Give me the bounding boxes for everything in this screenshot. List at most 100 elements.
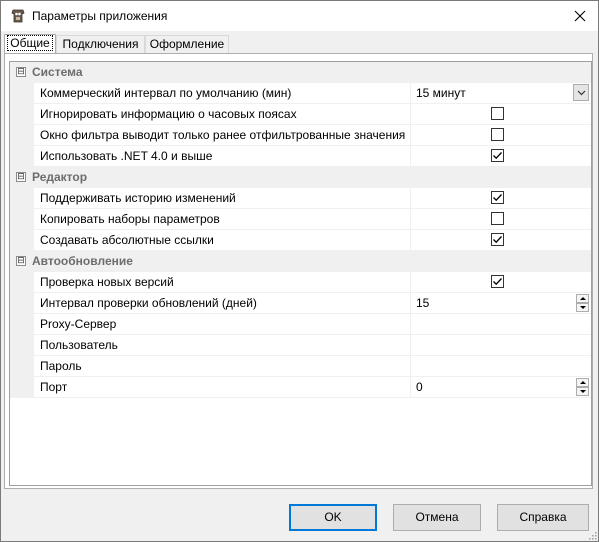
checkmark-icon — [493, 236, 502, 244]
dropdown-button[interactable] — [573, 84, 589, 101]
property-row-ignore-timezones[interactable]: Игнорировать информацию о часовых поясах — [10, 104, 591, 125]
property-row-default-interval[interactable]: Коммерческий интервал по умолчанию (мин)… — [10, 83, 591, 104]
property-name: Поддерживать историю изменений — [34, 188, 411, 208]
collapse-icon[interactable]: ⊟ — [16, 172, 26, 182]
property-grid[interactable]: ⊟ Система Коммерческий интервал по умолч… — [9, 61, 592, 486]
app-icon — [10, 8, 26, 24]
title-bar: Параметры приложения — [1, 1, 598, 31]
property-row-keep-history[interactable]: Поддерживать историю изменений — [10, 188, 591, 209]
property-value[interactable] — [412, 272, 591, 292]
tab-general[interactable]: Общие — [4, 34, 56, 54]
category-editor[interactable]: ⊟ Редактор — [10, 167, 591, 188]
spinner-down-button[interactable] — [576, 303, 589, 312]
property-value[interactable] — [412, 104, 591, 124]
property-row-absolute-links[interactable]: Создавать абсолютные ссылки — [10, 230, 591, 251]
spinner-value[interactable]: 0 — [416, 380, 423, 394]
chevron-down-icon — [577, 90, 585, 95]
checkbox-checked[interactable] — [491, 275, 504, 288]
property-value[interactable] — [412, 314, 591, 334]
category-autoupdate[interactable]: ⊟ Автообновление — [10, 251, 591, 272]
spinner[interactable] — [576, 378, 589, 396]
row-margin — [10, 272, 34, 293]
property-name: Копировать наборы параметров — [34, 209, 411, 229]
window-title: Параметры приложения — [32, 9, 168, 23]
checkbox[interactable] — [491, 212, 504, 225]
cancel-button[interactable]: Отмена — [393, 504, 481, 531]
property-row-port[interactable]: Порт 0 — [10, 377, 591, 398]
property-row-user[interactable]: Пользователь — [10, 335, 591, 356]
row-margin — [10, 209, 34, 230]
tab-appearance[interactable]: Оформление — [145, 35, 229, 53]
property-grid-rows: ⊟ Система Коммерческий интервал по умолч… — [10, 62, 591, 398]
arrow-up-icon — [580, 297, 586, 300]
row-margin — [10, 335, 34, 356]
tab-connections[interactable]: Подключения — [56, 35, 145, 53]
property-value[interactable] — [412, 356, 591, 376]
property-name: Игнорировать информацию о часовых поясах — [34, 104, 411, 124]
property-value[interactable] — [412, 335, 591, 355]
tab-connections-label: Подключения — [62, 37, 139, 51]
property-row-proxy-server[interactable]: Proxy-Сервер — [10, 314, 591, 335]
row-margin — [10, 293, 34, 314]
property-name: Использовать .NET 4.0 и выше — [34, 146, 411, 166]
property-value[interactable] — [412, 125, 591, 145]
checkbox-checked[interactable] — [491, 149, 504, 162]
property-name: Пароль — [34, 356, 411, 376]
checkmark-icon — [493, 278, 502, 286]
spinner-up-button[interactable] — [576, 294, 589, 303]
help-button[interactable]: Справка — [497, 504, 589, 531]
property-value[interactable] — [412, 209, 591, 229]
property-name: Порт — [34, 377, 411, 397]
property-row-password[interactable]: Пароль — [10, 356, 591, 377]
property-value[interactable] — [412, 230, 591, 250]
property-name: Proxy-Сервер — [34, 314, 411, 334]
property-value[interactable] — [412, 146, 591, 166]
spinner-down-button[interactable] — [576, 387, 589, 396]
property-row-filter-previous[interactable]: Окно фильтра выводит только ранее отфиль… — [10, 125, 591, 146]
checkmark-icon — [493, 152, 502, 160]
arrow-up-icon — [580, 381, 586, 384]
property-row-check-updates[interactable]: Проверка новых версий — [10, 272, 591, 293]
checkbox[interactable] — [491, 128, 504, 141]
property-row-update-interval[interactable]: Интервал проверки обновлений (дней) 15 — [10, 293, 591, 314]
tab-general-label: Общие — [7, 35, 53, 51]
property-value[interactable]: 15 — [412, 293, 591, 313]
spinner-value[interactable]: 15 — [416, 296, 429, 310]
ok-button[interactable]: OK — [289, 504, 377, 531]
checkbox-checked[interactable] — [491, 233, 504, 246]
property-name: Окно фильтра выводит только ранее отфиль… — [34, 125, 411, 145]
row-margin — [10, 146, 34, 167]
arrow-down-icon — [580, 390, 586, 393]
spinner[interactable] — [576, 294, 589, 312]
category-title: Редактор — [32, 170, 88, 184]
collapse-icon[interactable]: ⊟ — [16, 67, 26, 77]
collapse-icon[interactable]: ⊟ — [16, 256, 26, 266]
close-icon — [574, 10, 586, 22]
property-value[interactable] — [412, 188, 591, 208]
arrow-down-icon — [580, 306, 586, 309]
property-name: Проверка новых версий — [34, 272, 411, 292]
checkmark-icon — [493, 194, 502, 202]
resize-grip-icon[interactable] — [587, 530, 597, 540]
row-margin — [10, 230, 34, 251]
category-title: Автообновление — [32, 254, 133, 268]
tab-appearance-label: Оформление — [149, 37, 225, 51]
row-margin — [10, 83, 34, 104]
property-name: Создавать абсолютные ссылки — [34, 230, 411, 250]
dropdown-value: 15 минут — [416, 86, 466, 100]
property-row-use-net4[interactable]: Использовать .NET 4.0 и выше — [10, 146, 591, 167]
property-value[interactable]: 0 — [412, 377, 591, 397]
row-margin — [10, 356, 34, 377]
checkbox[interactable] — [491, 107, 504, 120]
property-name: Коммерческий интервал по умолчанию (мин) — [34, 83, 411, 103]
category-title: Система — [32, 65, 83, 79]
category-system[interactable]: ⊟ Система — [10, 62, 591, 83]
row-margin — [10, 188, 34, 209]
row-margin — [10, 125, 34, 146]
checkbox-checked[interactable] — [491, 191, 504, 204]
property-value[interactable]: 15 минут — [412, 83, 591, 103]
close-button[interactable] — [561, 1, 599, 31]
spinner-up-button[interactable] — [576, 378, 589, 387]
property-row-copy-param-sets[interactable]: Копировать наборы параметров — [10, 209, 591, 230]
row-margin — [10, 104, 34, 125]
